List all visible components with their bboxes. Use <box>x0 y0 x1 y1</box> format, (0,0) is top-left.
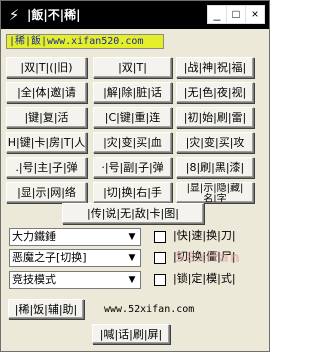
feature-button-r3-c3[interactable]: |初|始|刷|雷| <box>176 107 254 128</box>
dropdown-arrow-icon[interactable]: ▼ <box>125 251 139 265</box>
minimize-button[interactable]: _ <box>207 5 227 24</box>
feature-button-r2-c3[interactable]: |无|色|夜|视| <box>176 82 254 103</box>
assistant-label-button[interactable]: |稀|饭|辅|助| <box>8 299 84 319</box>
footer-site-text: www.52xifan.com <box>104 304 195 315</box>
option-checkbox-3[interactable] <box>154 274 166 286</box>
dropdown-arrow-icon[interactable]: ▼ <box>125 273 139 287</box>
maximize-button[interactable]: □ <box>226 5 246 24</box>
mode-select-2[interactable]: 恶魔之子[切换] ▼ <box>9 249 141 267</box>
site-banner[interactable]: |稀|飯|www.xifan520.com <box>6 34 164 49</box>
app-logo-icon: ⚡ <box>8 6 20 24</box>
close-button[interactable]: × <box>245 5 265 24</box>
mode-select-value: 恶魔之子[切换] <box>12 251 87 264</box>
feature-button-r1-c2[interactable]: |双|T| <box>93 57 172 78</box>
feature-button-r2-c2[interactable]: |解|除|脏|话 <box>93 82 172 103</box>
mode-select-3[interactable]: 竞技模式 ▼ <box>9 271 141 289</box>
option-checkbox-label-3: |锁|定|模|式| <box>173 272 236 285</box>
feature-button-r5-c2[interactable]: ·|号|副|子|弹 <box>93 157 172 178</box>
feature-button-r5-c1[interactable]: .|号|主|子|弹 <box>6 157 87 178</box>
option-checkbox-2[interactable] <box>154 252 166 264</box>
feature-button-r4-c1[interactable]: H|键|卡|房|T|人 <box>6 132 87 153</box>
feature-button-r4-c2[interactable]: |灾|变|买|血 <box>93 132 172 153</box>
feature-button-r6-c3[interactable]: |显|示|隐|藏|名|字 <box>176 182 254 203</box>
legend-card-button[interactable]: |传|说|无|敌|卡|图| <box>62 203 204 224</box>
feature-button-r5-c3[interactable]: |8|刷|黑|漆| <box>176 157 254 178</box>
title-bar[interactable]: ⚡ |飯|不|稀| _ □ × <box>1 1 269 29</box>
dropdown-arrow-icon[interactable]: ▼ <box>125 230 139 244</box>
shout-spam-button[interactable]: |喊|话|刷|屏| <box>92 324 170 344</box>
feature-button-r4-c3[interactable]: |灾|变|买|攻 <box>176 132 254 153</box>
mode-select-value: 竞技模式 <box>12 273 56 286</box>
feature-button-r6-c2[interactable]: |切|换|右|手 <box>93 182 172 203</box>
window-title: |飯|不|稀| <box>27 8 81 22</box>
watermark: 58xifan <box>175 250 241 266</box>
option-checkbox-label-1: |快|速|换|刀| <box>173 229 236 242</box>
mode-select-1[interactable]: 大力鐵錘 ▼ <box>9 228 141 246</box>
feature-button-r3-c1[interactable]: |键|复|活 <box>6 107 87 128</box>
feature-button-r1-c1[interactable]: |双|T|(|旧) <box>6 57 87 78</box>
feature-button-r3-c2[interactable]: |C|键|重|连 <box>93 107 172 128</box>
feature-button-r2-c1[interactable]: |全|体|邀|请 <box>6 82 87 103</box>
mode-select-value: 大力鐵錘 <box>12 230 56 243</box>
option-checkbox-1[interactable] <box>154 231 166 243</box>
feature-button-r1-c3[interactable]: |战|神|祝|福| <box>176 57 254 78</box>
feature-button-r6-c1[interactable]: |显|示|网|络 <box>6 182 87 203</box>
